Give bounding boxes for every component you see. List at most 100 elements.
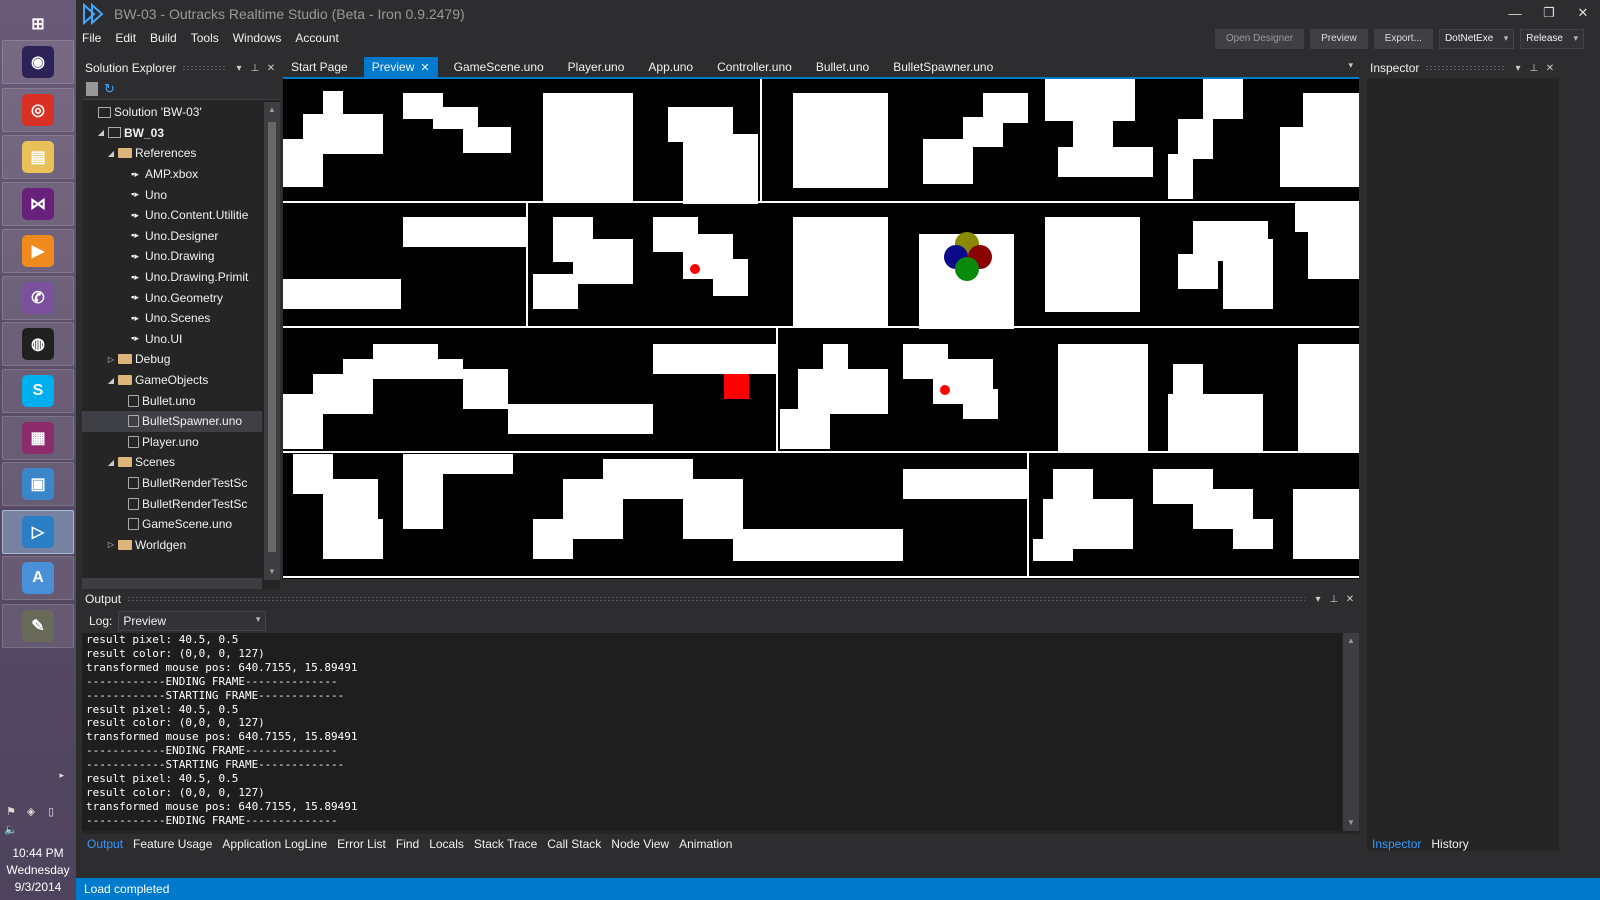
menu-build[interactable]: Build <box>144 28 185 50</box>
close-button[interactable]: ✕ <box>1566 0 1600 26</box>
preview-button[interactable]: Preview <box>1310 29 1368 49</box>
tree-item[interactable]: GameScene.uno <box>82 514 262 535</box>
tabs-dropdown-icon[interactable]: ▾ <box>1348 60 1353 71</box>
pin-icon[interactable]: ⊥ <box>1327 594 1341 605</box>
drag-grip[interactable] <box>182 65 226 71</box>
tree-item[interactable]: ▪▸ Uno.Drawing.Primit <box>82 267 262 288</box>
output-tab[interactable]: Error List <box>332 835 391 853</box>
output-tab[interactable]: Node View <box>606 835 674 853</box>
taskbar-app-button[interactable]: A <box>2 556 74 600</box>
tree-item[interactable]: ▪▸ AMP.xbox <box>82 164 262 185</box>
scroll-down-icon[interactable]: ▼ <box>264 564 280 580</box>
scroll-up-icon[interactable]: ▲ <box>264 102 280 118</box>
tree-item[interactable]: ▪▸ Uno.Geometry <box>82 287 262 308</box>
tree-item[interactable]: ▪▸ Uno.Content.Utilitie <box>82 205 262 226</box>
expander-icon[interactable]: ▷ <box>106 540 116 549</box>
pin-icon[interactable]: ⊥ <box>1527 63 1541 74</box>
volume-icon[interactable]: 🔈 <box>4 823 18 837</box>
restore-button[interactable]: ❐ <box>1532 0 1566 26</box>
editor-tab[interactable]: Controller.uno <box>709 57 800 77</box>
close-icon[interactable]: ✕ <box>1343 594 1357 605</box>
output-log[interactable]: result pixel: 40.5, 0.5 result color: (0,… <box>82 633 1342 831</box>
show-all-files-icon[interactable] <box>86 81 98 96</box>
taskbar-app-button[interactable]: S <box>2 369 74 413</box>
target-dropdown[interactable]: DotNetExe <box>1438 29 1515 49</box>
output-tab[interactable]: Call Stack <box>542 835 606 853</box>
output-tab[interactable]: Stack Trace <box>469 835 542 853</box>
menu-file[interactable]: File <box>76 28 109 50</box>
taskbar-app-button[interactable]: ▤ <box>2 135 74 179</box>
power-icon[interactable]: ▯ <box>44 805 58 819</box>
taskbar-app-button[interactable]: ◍ <box>2 322 74 366</box>
close-tab-icon[interactable]: ✕ <box>420 62 429 74</box>
tree-item[interactable]: BulletSpawner.uno <box>82 410 262 432</box>
close-icon[interactable]: ✕ <box>1543 63 1557 74</box>
tree-item[interactable]: ◢ Scenes <box>82 452 262 473</box>
tree-item[interactable]: ▪▸ Uno.Scenes <box>82 308 262 329</box>
taskbar-app-button[interactable]: ▦ <box>2 416 74 460</box>
tree-item[interactable]: BulletRenderTestSc <box>82 493 262 514</box>
editor-tab[interactable]: BulletSpawner.uno <box>885 57 1001 77</box>
taskbar-app-button[interactable]: ▣ <box>2 462 74 506</box>
output-scrollbar[interactable]: ▲ ▼ <box>1343 633 1359 831</box>
expander-icon[interactable]: ◢ <box>106 458 116 467</box>
tree-item[interactable]: Player.uno <box>82 432 262 453</box>
clock[interactable]: 10:44 PM Wednesday 9/3/2014 <box>0 845 76 896</box>
expander-icon[interactable]: ◢ <box>106 376 116 385</box>
output-tab[interactable]: Find <box>391 835 424 853</box>
drag-grip[interactable] <box>127 596 1305 602</box>
editor-tab[interactable]: Preview ✕ <box>363 57 438 77</box>
chevron-down-icon[interactable]: ▾ <box>1511 63 1525 74</box>
chevron-down-icon[interactable]: ▾ <box>232 63 246 74</box>
expander-icon[interactable]: ▷ <box>106 355 116 364</box>
tab-inspector[interactable]: Inspector <box>1367 835 1426 853</box>
open-designer-button[interactable]: Open Designer <box>1214 29 1305 49</box>
expander-icon[interactable]: ◢ <box>106 149 116 158</box>
menu-windows[interactable]: Windows <box>227 28 290 50</box>
tree-item[interactable]: ▷ Worldgen <box>82 534 262 555</box>
scroll-down-icon[interactable]: ▼ <box>1343 815 1359 831</box>
editor-tab[interactable]: Player.uno <box>560 57 633 77</box>
taskbar-app-button[interactable]: ▷ <box>2 510 74 554</box>
tree-item[interactable]: ▪▸ Uno.Designer <box>82 226 262 247</box>
tree-item[interactable]: Bullet.uno <box>82 390 262 411</box>
minimize-button[interactable]: — <box>1498 0 1532 26</box>
menu-tools[interactable]: Tools <box>185 28 227 50</box>
tree-item[interactable]: Solution 'BW-03' <box>82 102 262 123</box>
config-dropdown[interactable]: Release <box>1520 29 1584 49</box>
expander-icon[interactable]: ◢ <box>96 128 106 137</box>
output-tab[interactable]: Locals <box>424 835 469 853</box>
tree-item[interactable]: ▷ Debug <box>82 349 262 370</box>
taskbar-app-button[interactable]: ✎ <box>2 604 74 648</box>
editor-tab[interactable]: Bullet.uno <box>808 57 877 77</box>
menu-account[interactable]: Account <box>289 28 346 50</box>
tree-item[interactable]: ◢ References <box>82 143 262 164</box>
output-tab[interactable]: Application LogLine <box>217 835 332 853</box>
taskbar-app-button[interactable]: ⋈ <box>2 182 74 226</box>
tree-scrollbar[interactable]: ▲ ▼ <box>264 102 280 580</box>
output-tab[interactable]: Feature Usage <box>128 835 217 853</box>
pin-icon[interactable]: ⊥ <box>248 63 262 74</box>
editor-tab[interactable]: App.uno <box>640 57 701 77</box>
drag-grip[interactable] <box>1425 65 1505 71</box>
taskbar-app-button[interactable]: ◎ <box>2 88 74 132</box>
taskbar-app-button[interactable]: ◉ <box>2 40 74 84</box>
taskbar-app-button[interactable]: ▶ <box>2 229 74 273</box>
output-tab[interactable]: Animation <box>674 835 737 853</box>
tray-expand-icon[interactable]: ▸ <box>0 770 76 781</box>
tree-item[interactable]: ▪▸ Uno.UI <box>82 329 262 350</box>
action-center-icon[interactable]: ⚑ <box>4 805 18 819</box>
dropbox-icon[interactable]: ◈ <box>24 805 38 819</box>
export-button[interactable]: Export... <box>1373 29 1433 49</box>
tree-item[interactable]: ◢ GameObjects <box>82 370 262 391</box>
log-dropdown[interactable]: Preview <box>118 611 267 631</box>
refresh-icon[interactable]: ↻ <box>104 81 115 97</box>
tree-item[interactable]: BulletRenderTestSc <box>82 473 262 494</box>
scroll-up-icon[interactable]: ▲ <box>1343 633 1359 649</box>
game-preview-viewport[interactable] <box>283 77 1359 579</box>
editor-tab[interactable]: GameScene.uno <box>446 57 552 77</box>
menu-edit[interactable]: Edit <box>109 28 144 50</box>
chevron-down-icon[interactable]: ▾ <box>1311 594 1325 605</box>
close-icon[interactable]: ✕ <box>264 63 278 74</box>
tree-item[interactable]: ▪▸ Uno.Drawing <box>82 246 262 267</box>
